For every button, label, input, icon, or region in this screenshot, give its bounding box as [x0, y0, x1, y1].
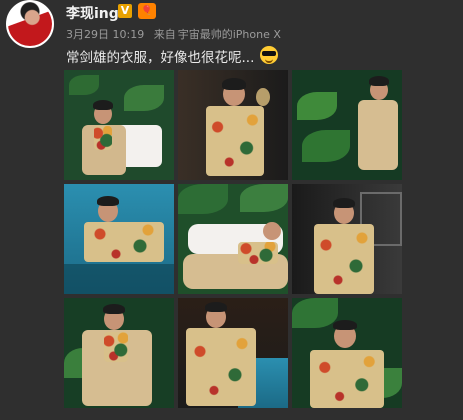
photo-7[interactable]: [64, 298, 174, 408]
photo-2[interactable]: [178, 70, 288, 180]
post-meta: 3月29日 10:19 来自 宇宙最帅的iPhone X: [66, 26, 287, 42]
photo-3[interactable]: [292, 70, 402, 180]
post-text: 常剑雄的衣服，好像也很花呢...: [66, 50, 255, 66]
photo-grid: [64, 70, 404, 415]
verified-badge-icon: V: [118, 4, 132, 18]
post-date[interactable]: 3月29日 10:19: [66, 28, 144, 41]
photo-9[interactable]: [292, 298, 402, 408]
avatar-image: [8, 2, 52, 46]
photo-6[interactable]: [292, 184, 402, 294]
post-source-prefix: 来自: [153, 28, 176, 41]
photo-8[interactable]: [178, 298, 288, 408]
photo-1[interactable]: [64, 70, 174, 180]
post-source[interactable]: 宇宙最帅的iPhone X: [178, 28, 281, 41]
photo-5[interactable]: [178, 184, 288, 294]
avatar[interactable]: [6, 0, 54, 48]
photo-4[interactable]: [64, 184, 174, 294]
sunglasses-emoji-icon: [260, 46, 278, 64]
vip-badge-icon: 🎈: [138, 3, 156, 19]
author-name[interactable]: 李现ing: [66, 3, 119, 23]
